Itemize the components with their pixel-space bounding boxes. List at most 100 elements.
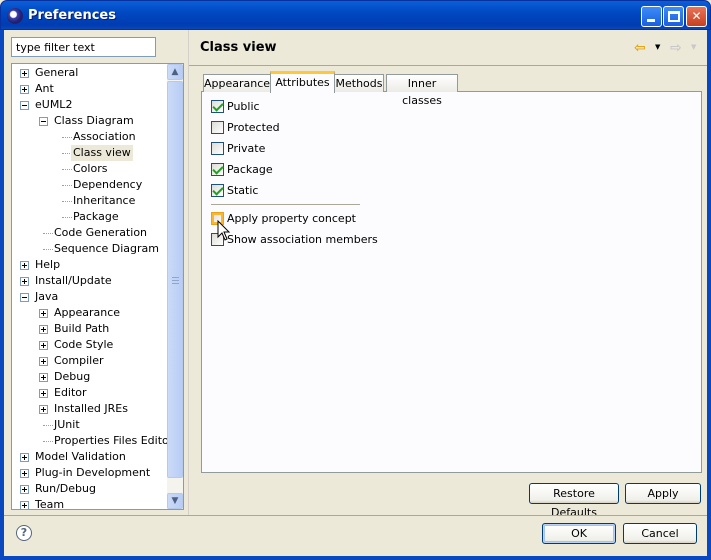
tree-item[interactable]: Plug-in Development xyxy=(12,465,167,481)
restore-defaults-button[interactable]: Restore Defaults xyxy=(529,483,619,519)
tree-item[interactable]: Ant xyxy=(12,81,167,97)
tree-item[interactable]: JUnit xyxy=(12,417,167,433)
tree-item-label: Inheritance xyxy=(73,194,136,207)
collapse-icon[interactable] xyxy=(20,293,29,302)
expand-icon[interactable] xyxy=(20,453,29,462)
tree-item[interactable]: General xyxy=(12,65,167,81)
tree-item[interactable]: Model Validation xyxy=(12,449,167,465)
tab-appearance[interactable]: Appearance xyxy=(203,74,271,92)
tree-item[interactable]: Build Path xyxy=(12,321,167,337)
collapse-icon[interactable] xyxy=(20,101,29,110)
tree-item[interactable]: Install/Update xyxy=(12,273,167,289)
tab-methods[interactable]: Methods xyxy=(334,74,384,92)
tree-item-label: Package xyxy=(73,210,119,223)
expand-icon[interactable] xyxy=(39,325,48,334)
tree-item[interactable]: Run/Debug xyxy=(12,481,167,497)
tree-item[interactable]: Appearance xyxy=(12,305,167,321)
tree-item[interactable]: Editor xyxy=(12,385,167,401)
tree-item[interactable]: Help xyxy=(12,257,167,273)
tree-item-label: Code Style xyxy=(54,338,114,351)
tree-item[interactable]: Sequence Diagram xyxy=(12,241,167,257)
expand-icon[interactable] xyxy=(39,357,48,366)
expand-icon[interactable] xyxy=(20,485,29,494)
tree-scrollbar[interactable]: ▲ ▼ xyxy=(167,64,183,509)
tree-item-label: Editor xyxy=(54,386,87,399)
expand-icon[interactable] xyxy=(20,277,29,286)
title-separator xyxy=(189,65,707,66)
panel-splitter[interactable] xyxy=(188,30,189,515)
tree-item[interactable]: Class Diagram xyxy=(12,113,167,129)
tree-item-label: Ant xyxy=(35,82,54,95)
apply-property-concept-label: Apply property concept xyxy=(227,212,356,225)
public-checkbox[interactable] xyxy=(211,100,224,113)
tree-item-label: Plug-in Development xyxy=(35,466,151,479)
tree-item[interactable]: eUML2 xyxy=(12,97,167,113)
package-label: Package xyxy=(227,163,273,176)
tree-item[interactable]: Installed JREs xyxy=(12,401,167,417)
tree-item[interactable]: Association xyxy=(12,129,167,145)
expand-icon[interactable] xyxy=(39,341,48,350)
tab-content xyxy=(201,91,702,473)
title-bar[interactable]: Preferences ✕ xyxy=(0,0,711,30)
tree-item[interactable]: Package xyxy=(12,209,167,225)
tree-item[interactable]: Inheritance xyxy=(12,193,167,209)
tree-item[interactable]: Properties Files Editor xyxy=(12,433,173,449)
tree-item[interactable]: Code Style xyxy=(12,337,167,353)
expand-icon[interactable] xyxy=(20,85,29,94)
protected-label: Protected xyxy=(227,121,280,134)
expand-icon[interactable] xyxy=(20,469,29,478)
forward-arrow-icon: ⇨ xyxy=(670,40,682,56)
tree-item[interactable]: Code Generation xyxy=(12,225,167,241)
tree-item-label: Colors xyxy=(73,162,108,175)
checkbox-group-separator xyxy=(211,204,360,205)
static-checkbox[interactable] xyxy=(211,184,224,197)
tab-inner-classes[interactable]: Inner classes xyxy=(386,74,458,107)
help-icon[interactable]: ? xyxy=(16,525,32,541)
apply-button[interactable]: Apply xyxy=(625,483,701,504)
back-menu-chevron-icon[interactable]: ▼ xyxy=(655,43,660,51)
expand-icon[interactable] xyxy=(39,309,48,318)
maximize-button[interactable] xyxy=(663,6,684,27)
tree-item[interactable]: Dependency xyxy=(12,177,167,193)
tree-item[interactable]: Team xyxy=(12,497,167,510)
close-button[interactable]: ✕ xyxy=(686,6,707,27)
tree-item[interactable]: Colors xyxy=(12,161,167,177)
expand-icon[interactable] xyxy=(20,501,29,509)
expand-icon[interactable] xyxy=(20,261,29,270)
scroll-thumb[interactable] xyxy=(167,81,183,478)
tree-item-label: Class view xyxy=(71,145,133,161)
tab-attributes[interactable]: Attributes xyxy=(270,71,335,93)
expand-icon[interactable] xyxy=(20,69,29,78)
minimize-button[interactable] xyxy=(641,6,662,27)
tree-item[interactable]: Class view xyxy=(12,145,167,161)
expand-icon[interactable] xyxy=(39,405,48,414)
private-label: Private xyxy=(227,142,266,155)
ok-button[interactable]: OK xyxy=(542,523,616,544)
scroll-up-button[interactable]: ▲ xyxy=(167,64,183,80)
tree-item-label: Properties Files Editor xyxy=(54,434,174,447)
cancel-button[interactable]: Cancel xyxy=(623,523,697,544)
filter-input[interactable]: type filter text xyxy=(11,37,156,57)
tree-item-label: Java xyxy=(35,290,59,303)
scroll-down-button[interactable]: ▼ xyxy=(167,493,183,509)
expand-icon[interactable] xyxy=(39,389,48,398)
show-association-members-label: Show association members xyxy=(227,233,378,246)
tree-item[interactable]: Java xyxy=(12,289,167,305)
back-arrow-icon[interactable]: ⇦ xyxy=(634,40,646,56)
static-label: Static xyxy=(227,184,259,197)
preferences-tree[interactable]: General Ant eUML2 Class Diagram Association C… xyxy=(11,63,184,510)
tree-item[interactable]: Compiler xyxy=(12,353,167,369)
protected-checkbox[interactable] xyxy=(211,121,224,134)
collapse-icon[interactable] xyxy=(39,117,48,126)
expand-icon[interactable] xyxy=(39,373,48,382)
forward-menu-chevron-icon: ▼ xyxy=(691,43,697,51)
tree-item-label: Association xyxy=(73,130,136,143)
window-title: Preferences xyxy=(28,8,116,23)
package-checkbox[interactable] xyxy=(211,163,224,176)
tree-item-label: Team xyxy=(35,498,65,510)
private-checkbox[interactable] xyxy=(211,142,224,155)
tree-item-label: Build Path xyxy=(54,322,110,335)
bottom-separator xyxy=(4,515,707,516)
tree-item-label: Debug xyxy=(54,370,91,383)
tree-item[interactable]: Debug xyxy=(12,369,167,385)
